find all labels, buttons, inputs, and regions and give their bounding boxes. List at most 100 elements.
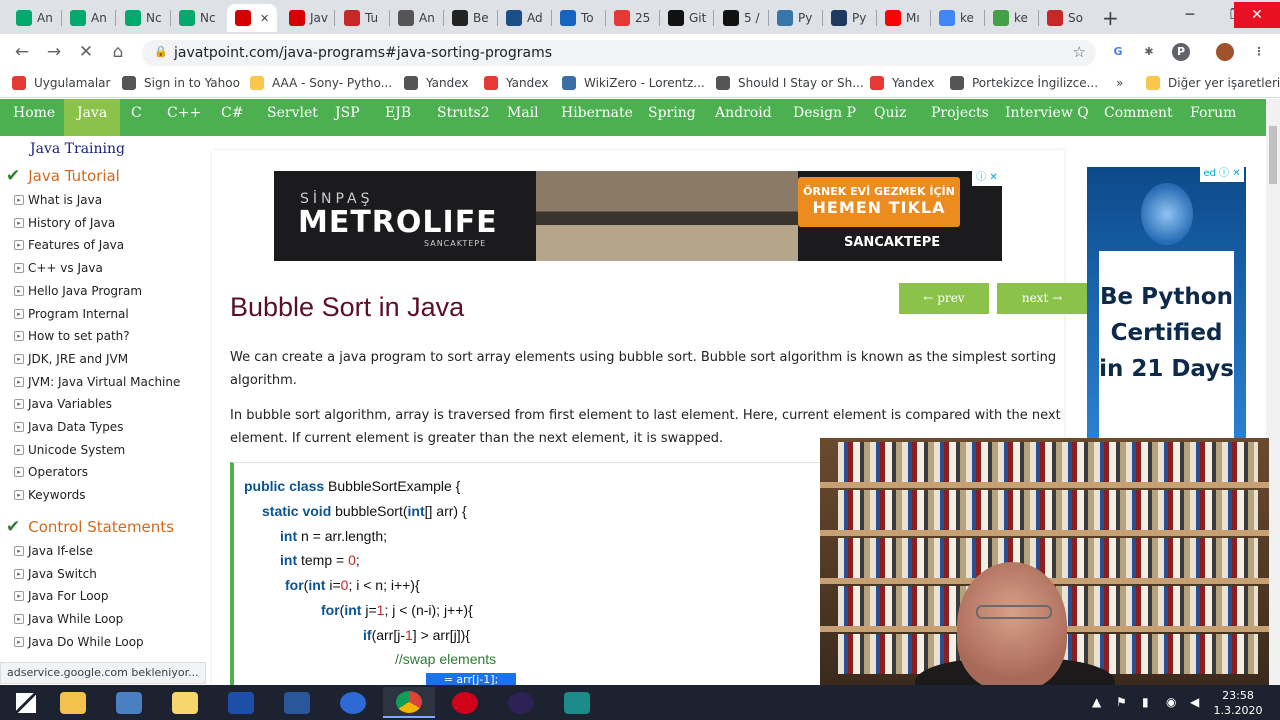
next-button[interactable]: next → <box>997 283 1087 314</box>
tab-5[interactable]: Jav <box>281 4 335 32</box>
tray-battery-icon[interactable]: ▮ <box>1142 695 1149 709</box>
tab-2[interactable]: Nc <box>117 4 171 32</box>
tab-3[interactable]: Nc <box>171 4 225 32</box>
close-tab-icon[interactable]: ✕ <box>260 12 269 25</box>
tab-12[interactable]: Git <box>660 4 714 32</box>
start-button[interactable] <box>0 687 52 718</box>
ad-cta-button[interactable]: ÖRNEK EVİ GEZMEK İÇİN HEMEN TIKLA <box>798 177 960 227</box>
bookmark-item[interactable]: Uygulamalar <box>12 76 110 90</box>
ad-banner[interactable]: SİNPAŞ METROLIFE SANCAKTEPE ÖRNEK EVİ GE… <box>274 171 1002 261</box>
tab-7[interactable]: An <box>390 4 444 32</box>
address-bar[interactable]: 🔒 javatpoint.com/java-programs#java-sort… <box>142 40 1096 66</box>
tab-9[interactable]: Ad <box>498 4 552 32</box>
sidebar-title[interactable]: Java Training <box>30 141 125 157</box>
sidebar-item[interactable]: ▸ Program Internal <box>14 307 129 321</box>
menu-item-servlet[interactable]: Servlet <box>254 99 331 136</box>
tab-13[interactable]: 5 / <box>715 4 769 32</box>
menu-item-spring[interactable]: Spring <box>635 99 709 136</box>
sidebar-section-heading[interactable]: ✔ Java Tutorial <box>6 166 120 186</box>
back-button[interactable]: ← <box>10 41 34 63</box>
menu-icon[interactable]: ⋮ <box>1250 43 1268 61</box>
stop-button[interactable]: ✕ <box>74 41 98 63</box>
extension-puzzle-icon[interactable]: ✱ <box>1140 43 1158 61</box>
menu-item-quiz[interactable]: Quiz <box>861 99 919 136</box>
tray-flag-icon[interactable]: ⚑ <box>1116 695 1127 709</box>
bookmark-item[interactable]: Yandex <box>484 76 549 90</box>
tray-network-icon[interactable]: ◉ <box>1166 695 1176 709</box>
tab-8[interactable]: Be <box>444 4 498 32</box>
sidebar-item[interactable]: ▸ JDK, JRE and JVM <box>14 352 128 366</box>
sidebar-section-heading[interactable]: ✔ Control Statements <box>6 517 174 537</box>
taskbar-app[interactable] <box>327 687 379 718</box>
sidebar-item[interactable]: ▸ Java For Loop <box>14 589 109 603</box>
pinterest-icon[interactable]: P <box>1172 43 1190 61</box>
extension-icon[interactable]: G <box>1109 43 1127 61</box>
sidebar-item[interactable]: ▸ Keywords <box>14 488 86 502</box>
forward-button[interactable]: → <box>42 41 66 63</box>
sidebar-item[interactable]: ▸ How to set path? <box>14 329 130 343</box>
menu-item-struts2[interactable]: Struts2 <box>424 99 503 136</box>
taskbar-chrome[interactable] <box>383 687 435 718</box>
home-button[interactable]: ⌂ <box>106 41 130 63</box>
menu-item-forum[interactable]: Forum <box>1177 99 1249 136</box>
menu-item-ejb[interactable]: EJB <box>372 99 424 136</box>
taskbar-explorer[interactable] <box>47 687 99 718</box>
prev-button[interactable]: ← prev <box>899 283 989 314</box>
bookmark-item[interactable]: WikiZero - Lorentz... <box>562 76 705 90</box>
menu-item-home[interactable]: Home <box>0 99 68 136</box>
bookmark-item[interactable]: Should I Stay or Sh... <box>716 76 864 90</box>
sidebar-item[interactable]: ▸ Unicode System <box>14 443 125 457</box>
tab-19[interactable]: So <box>1039 4 1093 32</box>
taskbar-opera[interactable] <box>439 687 491 718</box>
menu-item-design-p[interactable]: Design P <box>780 99 869 136</box>
menu-item-android[interactable]: Android <box>702 99 785 136</box>
sidebar-item[interactable]: ▸ JVM: Java Virtual Machine <box>14 375 180 389</box>
tab-10[interactable]: To <box>552 4 606 32</box>
taskbar-control-panel[interactable] <box>103 687 155 718</box>
menu-item-c[interactable]: C <box>118 99 155 136</box>
bookmark-star-icon[interactable]: ☆ <box>1073 43 1086 61</box>
tab-16[interactable]: Mı <box>877 4 931 32</box>
sidebar-item[interactable]: ▸ Java Switch <box>14 567 97 581</box>
sidebar-item[interactable]: ▸ Features of Java <box>14 238 124 252</box>
bookmark-item[interactable]: Sign in to Yahoo <box>122 76 240 90</box>
close-button[interactable]: ✕ <box>1234 2 1280 28</box>
tab-17[interactable]: ke <box>931 4 985 32</box>
minimize-button[interactable]: ─ <box>1167 2 1213 28</box>
tab-0[interactable]: An <box>8 4 62 32</box>
menu-item-interview-q[interactable]: Interview Q <box>992 99 1102 136</box>
sidebar-item[interactable]: ▸ Java Do While Loop <box>14 635 144 649</box>
side-ad[interactable]: Be Python Certified in 21 Days ed ⓘ ✕ <box>1087 167 1246 439</box>
sidebar-item[interactable]: ▸ Java Data Types <box>14 420 123 434</box>
taskbar-app[interactable] <box>551 687 603 718</box>
new-tab-button[interactable]: + <box>1102 6 1119 30</box>
taskbar-notes[interactable] <box>159 687 211 718</box>
tray-arrow-icon[interactable]: ▲ <box>1092 695 1101 709</box>
tab-15[interactable]: Py <box>823 4 877 32</box>
menu-item-comment[interactable]: Comment <box>1091 99 1186 136</box>
sidebar-item[interactable]: ▸ Java While Loop <box>14 612 123 626</box>
taskbar-word[interactable] <box>271 687 323 718</box>
ad-close-icon[interactable]: ed ⓘ ✕ <box>1200 167 1244 182</box>
taskbar-eclipse[interactable] <box>495 687 547 718</box>
tab-11[interactable]: 25 <box>606 4 660 32</box>
profile-avatar[interactable] <box>1216 43 1234 61</box>
tab-18[interactable]: ke <box>985 4 1039 32</box>
sidebar-item[interactable]: ▸ Java Variables <box>14 397 112 411</box>
tray-volume-icon[interactable]: ◀ <box>1190 695 1199 709</box>
taskbar-clock[interactable]: 23:58 1.3.2020 <box>1212 688 1264 718</box>
sidebar-item[interactable]: ▸ What is Java <box>14 193 102 207</box>
bookmark-item[interactable]: AAA - Sony- Pytho... <box>250 76 392 90</box>
sidebar-item[interactable]: ▸ Hello Java Program <box>14 284 142 298</box>
sidebar-item[interactable]: ▸ History of Java <box>14 216 115 230</box>
menu-item-projects[interactable]: Projects <box>918 99 1002 136</box>
sidebar-item[interactable]: ▸ Operators <box>14 465 88 479</box>
tab-1[interactable]: An <box>62 4 116 32</box>
menu-item-c-[interactable]: C++ <box>154 99 214 136</box>
menu-item-mail[interactable]: Mail <box>494 99 552 136</box>
bookmark-item[interactable]: Portekizce İngilizce... <box>950 76 1098 90</box>
menu-item-jsp[interactable]: JSP <box>322 99 373 136</box>
sidebar-item[interactable]: ▸ Java If-else <box>14 544 93 558</box>
menu-item-hibernate[interactable]: Hibernate <box>548 99 646 136</box>
menu-item-java[interactable]: Java <box>64 99 121 136</box>
